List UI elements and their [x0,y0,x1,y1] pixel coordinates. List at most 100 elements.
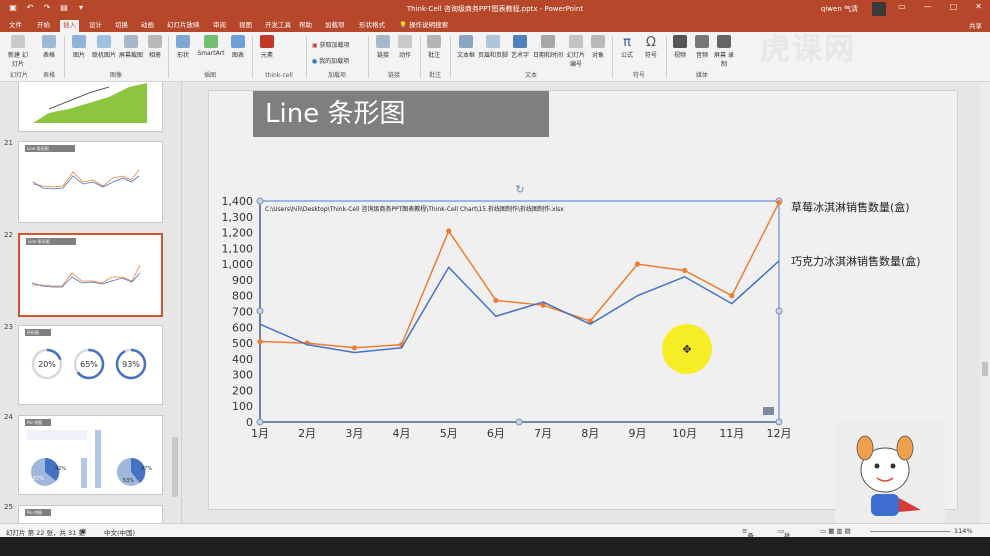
tab-home[interactable]: 开始 [34,20,53,32]
tab-developer[interactable]: 开发工具 [262,20,294,32]
new-slide-button[interactable]: 新建 幻灯片 [6,35,30,68]
my-addins-button[interactable]: ● 我的加载项 [312,56,362,65]
action-button[interactable]: 动作 [396,35,414,59]
online-pictures-button[interactable]: 联机图片 [91,35,117,59]
comments-button[interactable]: ▭ 批注 [778,527,791,550]
resize-handle[interactable] [775,307,783,315]
scroll-thumb[interactable] [982,362,988,376]
calendar-icon [541,35,555,48]
slide-number: 21 [4,139,13,147]
wordart-button[interactable]: 艺术字 [508,35,532,59]
data-point[interactable] [682,267,688,274]
user-name[interactable]: qiwen 气清 [821,4,858,14]
maximize-icon[interactable]: □ [950,2,958,11]
close-icon[interactable]: ✕ [975,2,982,11]
header-footer-button[interactable]: 页眉和页脚 [478,35,508,59]
resize-handle[interactable] [515,418,523,426]
donut-pct: 20% [38,360,56,369]
data-point[interactable] [729,293,735,299]
tab-review[interactable]: 审阅 [210,20,229,32]
slide-thumbnail-24[interactable]: Pie 饼图 42% 47% 67% 53% [18,415,163,495]
avatar[interactable] [872,2,886,16]
textbox-button[interactable]: 文本框 [454,35,478,59]
data-point[interactable] [776,199,782,206]
slide-thumbnail-22-selected[interactable]: Line 条形图 [18,233,163,317]
symbol-button[interactable]: Ω 符号 [640,35,662,59]
thumbnail-title: Line 条形图 [26,238,76,245]
comment-button[interactable]: 批注 [424,35,444,59]
datasheet-icon[interactable] [763,407,774,415]
data-point[interactable] [634,261,641,267]
pie-pct: 42% [55,466,66,472]
shapes-button[interactable]: 形状 [172,35,194,59]
audio-button[interactable]: 音频 [692,35,712,59]
group-label-slides: 幻灯片 [9,72,28,79]
slide-thumbnail-panel[interactable]: 21 Line 条形图 22 Line 条形图 23 环形图 20% 65% 9… [0,82,182,523]
resize-handle[interactable] [775,418,783,426]
smartart-button[interactable]: SmartArt [196,35,226,57]
x-tick-label: 5月 [440,427,458,440]
chart-button[interactable]: 图表 [228,35,248,59]
equation-button[interactable]: π 公式 [616,35,638,59]
video-button[interactable]: 视频 [670,35,690,59]
comment-icon [427,35,441,48]
slide-thumbnail-25[interactable]: Pie 饼图 [18,505,163,523]
data-point[interactable] [446,228,452,234]
view-buttons[interactable]: ▭ ▦ ▥ ▤ [820,527,851,535]
data-point[interactable] [257,338,263,345]
album-button[interactable]: 相册 [145,35,165,59]
get-addins-button[interactable]: ▣ 获取加载项 [312,40,362,49]
slide-thumbnail[interactable] [18,82,163,132]
resize-handle[interactable] [256,418,264,426]
minimize-icon[interactable]: — [924,2,932,11]
series-line[interactable] [259,202,780,349]
slide-scrollbar[interactable] [980,82,990,523]
tab-insert[interactable]: 插入 [60,20,79,32]
screenshot-button[interactable]: 屏幕截图 [118,35,144,59]
resize-handle[interactable] [256,197,264,205]
tab-shape-format[interactable]: 形状格式 [356,20,388,32]
chart-selection-frame[interactable] [259,200,780,423]
legend-label[interactable]: 巧克力冰淇淋销售数量(盒) [791,254,921,268]
tab-view[interactable]: 视图 [236,20,255,32]
zoom-level[interactable]: 114% [954,527,973,535]
accessibility-icon[interactable]: ▣ [80,527,86,535]
data-point[interactable] [493,297,499,304]
table-button[interactable]: 表格 [38,35,60,59]
tab-file[interactable]: 文件 [6,20,25,32]
screen-recording-button[interactable]: 屏幕 录制 [714,35,734,68]
thumbnail-line-chart [32,169,140,190]
tab-slideshow[interactable]: 幻灯片放映 [164,20,203,32]
rotate-handle-icon[interactable]: ↻ [515,183,524,196]
tab-animations[interactable]: 动画 [138,20,157,32]
donut-pct: 93% [122,360,140,369]
thumbnail-scrollbar[interactable] [172,437,178,497]
slide-thumbnail-23[interactable]: 环形图 20% 65% 93% [18,325,163,405]
tell-me-search[interactable]: 💡 操作说明搜索 [396,20,451,32]
share-button[interactable]: 共享 [969,20,982,30]
notes-button[interactable]: ≡ 备注 [742,527,754,550]
resize-handle[interactable] [256,307,264,315]
group-label-thinkcell: think-cell [265,72,293,79]
object-button[interactable]: 对象 [588,35,608,59]
data-point[interactable] [351,345,357,351]
thinkcell-elements-button[interactable]: 元素 [256,35,278,59]
tab-addins[interactable]: 加载项 [322,20,348,32]
tab-help[interactable]: 帮助 [296,20,315,32]
title-bar: ▣ ↶ ↷ ▤ ▾ Think-Cell 咨询级商务PPT图表教程.pptx -… [0,0,990,18]
pictures-button[interactable]: 图片 [68,35,90,59]
date-time-button[interactable]: 日期和时间 [532,35,564,59]
slide-number-button[interactable]: 幻灯片 编号 [564,35,588,68]
pie-pct: 53% [123,478,134,484]
group-label-media: 媒体 [695,72,708,79]
tab-design[interactable]: 设计 [86,20,105,32]
zoom-slider[interactable] [870,531,950,532]
thumbnail-pie-charts: 42% 47% 67% 53% [27,430,152,488]
tab-transitions[interactable]: 切换 [112,20,131,32]
album-icon [148,35,162,48]
link-button[interactable]: 链接 [374,35,392,59]
slide-thumbnail-21[interactable]: Line 条形图 [18,141,163,223]
legend-label[interactable]: 草莓冰淇淋销售数量(盒) [791,200,910,214]
language[interactable]: 中文(中国) [104,527,135,537]
ribbon-display-icon[interactable]: ▭ [898,2,906,11]
